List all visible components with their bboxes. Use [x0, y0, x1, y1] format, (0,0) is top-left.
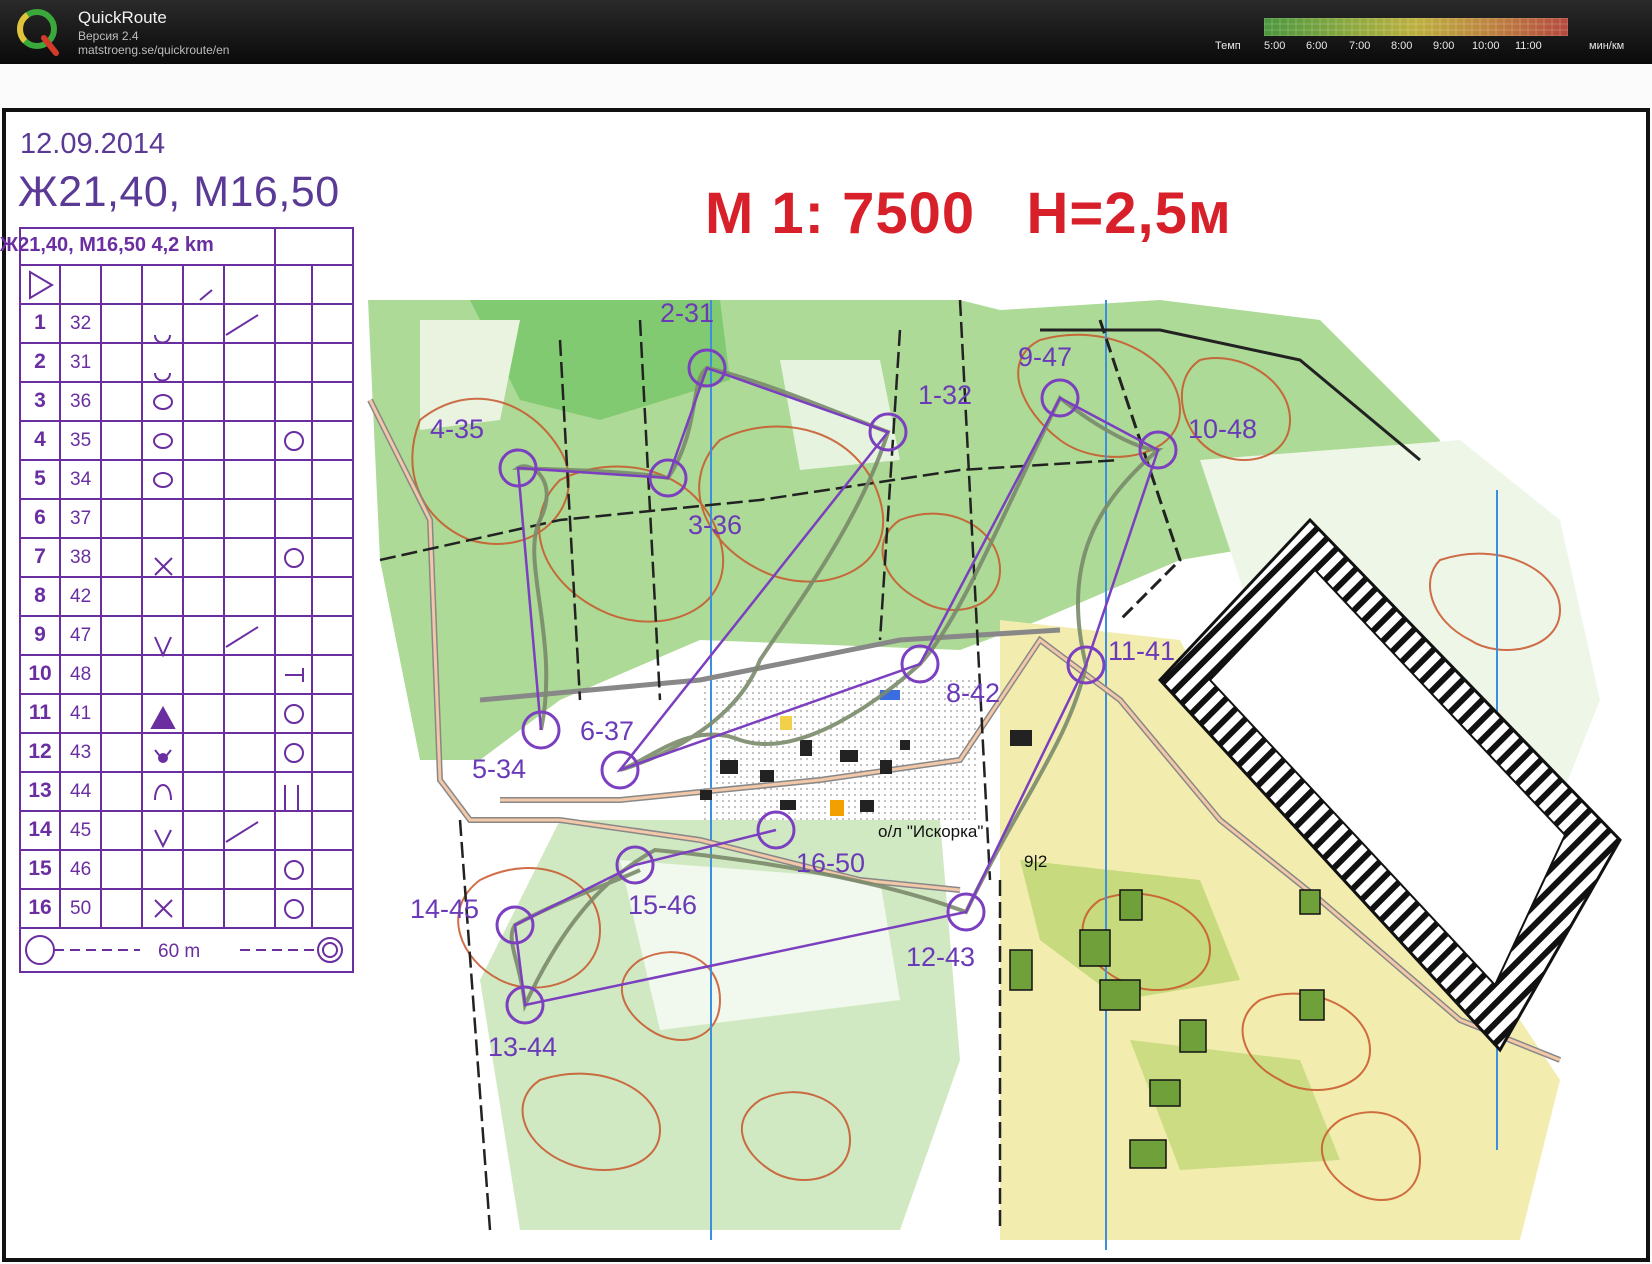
course-title: Ж21,40, М16,50	[18, 168, 340, 216]
cd-row-number: 2	[34, 350, 46, 373]
cd-row-code: 37	[70, 508, 92, 529]
pace-tick: 5:00	[1264, 40, 1286, 52]
cd-row-number: 13	[28, 779, 52, 802]
control-label[interactable]: 2-31	[660, 298, 714, 329]
cd-row-code: 31	[70, 352, 92, 373]
pace-color-bar	[1264, 18, 1568, 36]
cd-row-number: 9	[34, 623, 46, 646]
finish-distance: 60 m	[158, 941, 201, 962]
cd-row-number: 16	[28, 896, 52, 919]
cd-row-number: 1	[34, 311, 46, 334]
control-label[interactable]: 4-35	[430, 414, 484, 445]
cd-row-code: 32	[70, 313, 92, 334]
cd-row-code: 36	[70, 391, 92, 412]
control-label[interactable]: 11-41	[1108, 636, 1175, 667]
sector-label: 9|2	[1024, 852, 1048, 871]
control-label[interactable]: 9-47	[1018, 342, 1072, 373]
pace-tick: 6:00	[1306, 40, 1328, 52]
quickroute-header: QuickRoute Версия 2.4 matstroeng.se/quic…	[0, 0, 1652, 64]
place-name: о/л "Искорка"	[878, 822, 984, 841]
cd-row-number: 6	[34, 506, 46, 529]
pace-ticks: 5:00 6:00 7:00 8:00 9:00 10:00 11:00	[1264, 40, 1594, 54]
dot-icon	[158, 753, 168, 763]
orienteering-map[interactable]: 12.09.2014 Ж21,40, М16,50 М 1: 7500 Н=2,…	[0, 64, 1652, 1264]
cd-row-code: 48	[70, 664, 92, 685]
cd-row-number: 8	[34, 584, 46, 607]
cd-row-code: 35	[70, 430, 92, 451]
cd-row-code: 50	[70, 898, 92, 919]
pace-unit: мин/км	[1589, 40, 1625, 52]
control-label[interactable]: 13-44	[488, 1032, 557, 1063]
cd-row-code: 46	[70, 859, 92, 880]
cd-row-number: 15	[28, 857, 52, 880]
app-title: QuickRoute	[78, 8, 167, 27]
control-label[interactable]: 1-32	[918, 380, 972, 411]
pace-tick: 7:00	[1349, 40, 1371, 52]
cd-row-code: 41	[70, 703, 92, 724]
map-date: 12.09.2014	[20, 128, 166, 160]
pace-tick: 10:00	[1472, 40, 1500, 52]
control-label[interactable]: 16-50	[796, 848, 865, 879]
cd-row-code: 42	[70, 586, 92, 607]
control-label[interactable]: 15-46	[628, 890, 697, 921]
cd-row-number: 12	[28, 740, 52, 763]
cd-row-number: 14	[28, 818, 52, 841]
control-label[interactable]: 6-37	[580, 716, 634, 747]
control-description-header: Ж21,40, М16,50 4,2 km	[0, 234, 214, 256]
control-label[interactable]: 14-45	[410, 894, 479, 925]
pace-tick: 11:00	[1515, 40, 1542, 52]
control-label[interactable]: 3-36	[688, 510, 742, 541]
pace-tick: 9:00	[1433, 40, 1455, 52]
cd-row-code: 38	[70, 547, 92, 568]
pace-tick: 8:00	[1391, 40, 1413, 52]
cd-row-code: 34	[70, 469, 92, 490]
cd-row-code: 44	[70, 781, 92, 802]
control-label[interactable]: 10-48	[1188, 414, 1257, 445]
map-scale: М 1: 7500 Н=2,5м	[705, 181, 1232, 246]
cd-row-code: 47	[70, 625, 92, 646]
control-label[interactable]: 8-42	[946, 678, 1000, 709]
control-label[interactable]: 12-43	[906, 942, 975, 973]
cd-row-code: 45	[70, 820, 92, 841]
cd-row-number: 5	[34, 467, 46, 490]
app-url: matstroeng.se/quickroute/en	[78, 43, 230, 57]
cd-row-number: 3	[34, 389, 46, 412]
cd-row-number: 10	[28, 662, 52, 685]
quickroute-logo-icon	[17, 9, 59, 56]
pace-label: Темп	[1215, 40, 1241, 52]
control-label[interactable]: 5-34	[472, 754, 526, 785]
cd-row-number: 4	[34, 428, 46, 451]
cd-row-number: 11	[28, 701, 52, 724]
app-version: Версия 2.4	[78, 29, 139, 43]
cd-row-code: 43	[70, 742, 92, 763]
cd-row-number: 7	[34, 545, 46, 568]
